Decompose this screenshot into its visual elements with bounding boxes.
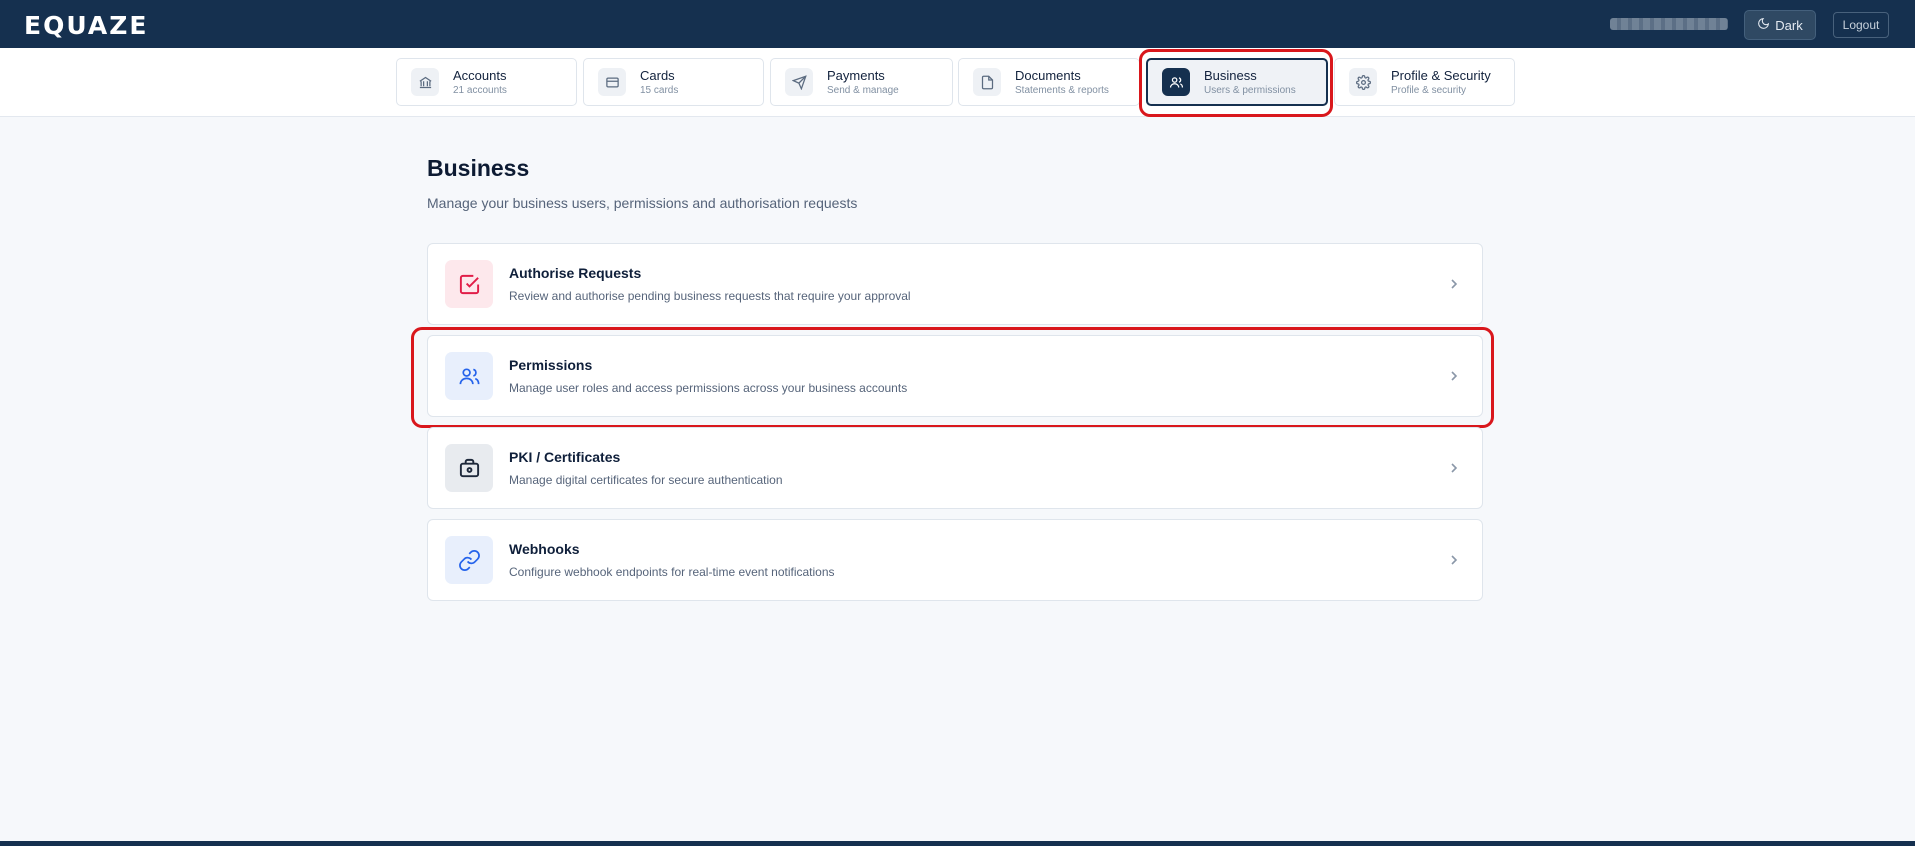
card-description: Review and authorise pending business re… (509, 289, 911, 303)
chevron-right-icon (1448, 461, 1460, 475)
bank-icon (411, 68, 439, 96)
tab-label: Documents (1015, 67, 1081, 83)
card-description: Manage digital certificates for secure a… (509, 473, 783, 487)
tab-sublabel: Profile & security (1391, 84, 1467, 96)
tab-sublabel: Send & manage (827, 84, 899, 96)
logout-button[interactable]: Logout (1833, 12, 1889, 38)
theme-toggle-button[interactable]: Dark (1744, 10, 1816, 40)
footer-bar (0, 841, 1915, 846)
authorise-requests-card[interactable]: Authorise Requests Review and authorise … (427, 243, 1483, 325)
tab-accounts[interactable]: Accounts 21 accounts (396, 58, 577, 106)
send-icon (785, 68, 813, 96)
theme-toggle-label: Dark (1775, 17, 1803, 33)
certificate-icon (445, 444, 493, 492)
tab-label: Cards (640, 67, 675, 83)
tab-sublabel: 15 cards (640, 84, 679, 96)
document-icon (973, 68, 1001, 96)
main-navigation: Accounts 21 accounts Cards 15 cards Paym… (0, 48, 1915, 117)
active-tab-highlight (1139, 49, 1333, 117)
card-title: PKI / Certificates (509, 449, 621, 465)
tab-label: Payments (827, 67, 885, 83)
tab-documents[interactable]: Documents Statements & reports (958, 58, 1140, 106)
page-subtitle: Manage your business users, permissions … (427, 195, 858, 211)
tab-sublabel: Statements & reports (1015, 84, 1109, 96)
top-bar: EQUAZE Dark Logout (0, 0, 1915, 48)
page-title: Business (427, 155, 530, 181)
moon-icon (1757, 17, 1770, 33)
link-icon (445, 536, 493, 584)
permissions-card-highlight (411, 327, 1494, 428)
tab-payments[interactable]: Payments Send & manage (770, 58, 953, 106)
tab-profile-security[interactable]: Profile & Security Profile & security (1334, 58, 1515, 106)
card-title: Authorise Requests (509, 265, 642, 281)
tab-label: Profile & Security (1391, 67, 1491, 83)
chevron-right-icon (1448, 553, 1460, 567)
webhooks-card[interactable]: Webhooks Configure webhook endpoints for… (427, 519, 1483, 601)
card-title: Webhooks (509, 541, 580, 557)
pki-certificates-card[interactable]: PKI / Certificates Manage digital certif… (427, 427, 1483, 509)
tab-sublabel: 21 accounts (453, 84, 507, 96)
credit-card-icon (598, 68, 626, 96)
gear-icon (1349, 68, 1377, 96)
tab-cards[interactable]: Cards 15 cards (583, 58, 764, 106)
tab-label: Accounts (453, 67, 507, 83)
logo[interactable]: EQUAZE (24, 11, 148, 40)
card-description: Configure webhook endpoints for real-tim… (509, 565, 835, 579)
user-name-redacted (1610, 18, 1728, 30)
chevron-right-icon (1448, 277, 1460, 291)
check-square-icon (445, 260, 493, 308)
